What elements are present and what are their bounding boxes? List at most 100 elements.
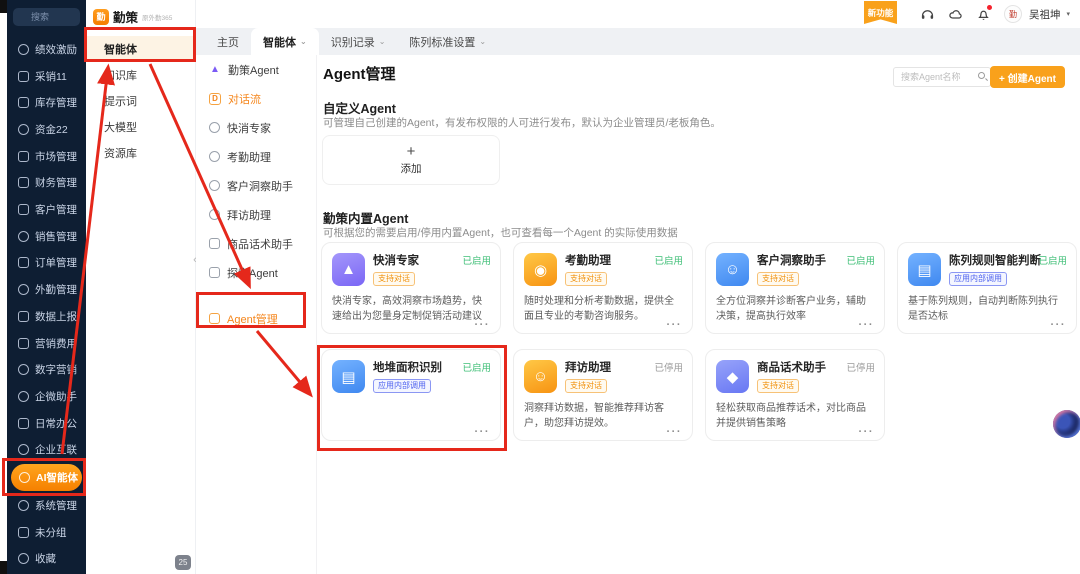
notification-dot <box>987 5 992 10</box>
status-badge: 已停用 <box>654 360 683 374</box>
plus-icon: + <box>407 145 416 159</box>
sales-funnel-icon <box>18 231 29 242</box>
username[interactable]: 吴祖坤 <box>1029 7 1061 22</box>
procurement-icon <box>18 71 29 82</box>
tab-display-standard-settings[interactable]: 陈列标准设置⌄ <box>397 28 498 55</box>
main-content: Agent管理 + 创建Agent 自定义Agent 可管理自己创建的Agent… <box>317 55 1080 574</box>
tab-agent[interactable]: 智能体⌄ <box>251 28 319 55</box>
agent-card-ground-stack-recognition[interactable]: ▤ 地堆面积识别 应用内部调用 已启用 ··· <box>321 349 501 441</box>
explore-icon <box>209 267 220 278</box>
sidebar-item-system[interactable]: 系统管理 <box>7 492 86 519</box>
agent-nav-product-script[interactable]: 商品话术助手 <box>196 229 316 258</box>
primary-sidebar: 绩效激励 采销11 库存管理 资金22 市场管理 财务管理 客户管理 销售管理 … <box>7 0 86 574</box>
inventory-icon <box>18 97 29 108</box>
enterprise-link-icon <box>18 444 29 455</box>
agent-nav-agent-manage[interactable]: Agent管理 <box>196 304 316 333</box>
brand-logo: 勤 勤策 原外勤365 <box>86 0 195 26</box>
agent-card-visit-assistant[interactable]: ☺ 拜访助理 支持对话 已停用 洞察拜访数据，智能推荐拜访客户，助您拜访提效。 … <box>513 349 693 441</box>
ungrouped-icon <box>18 527 29 538</box>
status-badge: 已启用 <box>462 253 491 267</box>
sidebar-item-data-report[interactable]: 数据上报 <box>7 303 86 330</box>
agent-search-input[interactable] <box>893 67 991 87</box>
status-badge: 已启用 <box>846 253 875 267</box>
sidebar-item-finance[interactable]: 财务管理 <box>7 170 86 197</box>
sidebar-search-input[interactable] <box>13 8 80 26</box>
sidebar-item-daily-office[interactable]: 日常办公 <box>7 410 86 437</box>
sidebar-item-orders[interactable]: 订单管理 <box>7 250 86 277</box>
chevron-down-icon: ⌄ <box>379 37 386 46</box>
sidebar-item-customer[interactable]: 客户管理 <box>7 196 86 223</box>
sidebar-item-marketing-expense[interactable]: 营销费用 <box>7 330 86 357</box>
card-description: 轻松获取商品推荐话术，对比商品并提供销售策略 <box>716 401 874 431</box>
secondary-item-agent[interactable]: 智能体 <box>86 36 195 62</box>
bell-icon[interactable] <box>976 7 991 22</box>
sidebar-item-favorites[interactable]: 收藏 <box>7 545 86 572</box>
agent-card-fmcg-expert[interactable]: ▲ 快消专家 支持对话 已启用 快消专家，高效洞察市场趋势，快速给出为您量身定制… <box>321 242 501 334</box>
agent-card-product-script[interactable]: ◆ 商品话术助手 支持对话 已停用 轻松获取商品推荐话术，对比商品并提供销售策略… <box>705 349 885 441</box>
agent-card-display-rule-judge[interactable]: ▤ 陈列规则智能判断 应用内部调用 已启用 基于陈列规则，自动判断陈列执行是否达… <box>897 242 1077 334</box>
more-menu-icon[interactable]: ··· <box>475 426 491 438</box>
agent-card-attendance[interactable]: ◉ 考勤助理 支持对话 已启用 随时处理和分析考勤数据，提供全面且专业的考勤咨询… <box>513 242 693 334</box>
sidebar-item-sales[interactable]: 销售管理 <box>7 223 86 250</box>
create-agent-button[interactable]: + 创建Agent <box>990 66 1065 88</box>
secondary-item-llm[interactable]: 大模型 <box>86 114 195 140</box>
sidebar-item-procurement[interactable]: 采销11 <box>7 63 86 90</box>
more-menu-icon[interactable]: ··· <box>1051 319 1067 331</box>
more-menu-icon[interactable]: ··· <box>859 319 875 331</box>
customer-insight-icon <box>209 180 220 191</box>
agent-nav-dialog-flow[interactable]: D对话流 <box>196 84 316 113</box>
agent-nav-customer-insight[interactable]: 客户洞察助手 <box>196 171 316 200</box>
sidebar-item-digital-marketing[interactable]: 数字营销 <box>7 356 86 383</box>
more-menu-icon[interactable]: ··· <box>667 426 683 438</box>
secondary-item-prompts[interactable]: 提示词 <box>86 88 195 114</box>
sidebar-item-ungrouped[interactable]: 未分组 <box>7 519 86 546</box>
new-feature-badge[interactable]: 新功能 <box>864 1 897 24</box>
more-menu-icon[interactable]: ··· <box>475 319 491 331</box>
search-icon[interactable] <box>978 72 985 79</box>
avatar[interactable]: 勤 <box>1004 5 1022 23</box>
card-description: 随时处理和分析考勤数据，提供全面且专业的考勤咨询服务。 <box>524 294 682 324</box>
fmcg-expert-icon <box>209 122 220 133</box>
card-description: 快消专家，高效洞察市场趋势，快速给出为您量身定制促销活动建议 <box>332 294 490 324</box>
tab-home[interactable]: 主页 <box>205 28 251 55</box>
add-agent-card[interactable]: + 添加 <box>322 135 500 185</box>
market-icon <box>18 151 29 162</box>
sidebar-item-fieldwork[interactable]: 外勤管理 <box>7 276 86 303</box>
tab-recognition-records[interactable]: 识别记录⌄ <box>319 28 398 55</box>
more-menu-icon[interactable]: ··· <box>859 426 875 438</box>
cloud-icon[interactable] <box>948 7 963 22</box>
sidebar-item-wecom[interactable]: 企微助手 <box>7 383 86 410</box>
agent-nav-qince-agent[interactable]: ▲勤策Agent <box>196 55 316 84</box>
secondary-sidebar: 勤 勤策 原外勤365 智能体 知识库 提示词 大模型 资源库 ‹ 25 <box>86 0 196 574</box>
ai-assistant-float-button[interactable] <box>1053 410 1080 438</box>
sidebar-item-funds[interactable]: 资金22 <box>7 116 86 143</box>
orders-icon <box>18 257 29 268</box>
sidebar-item-performance[interactable]: 绩效激励 <box>7 36 86 63</box>
secondary-item-knowledge-base[interactable]: 知识库 <box>86 62 195 88</box>
finance-icon <box>18 177 29 188</box>
chat-support-tag: 支持对话 <box>757 272 799 286</box>
sidebar-item-ai-agent[interactable]: AI智能体 <box>11 464 82 491</box>
user-menu-caret-icon[interactable]: ▾ <box>1066 10 1070 18</box>
chat-support-tag: 支持对话 <box>565 379 607 393</box>
headset-icon[interactable] <box>920 7 935 22</box>
agent-nav-visit[interactable]: 拜访助理 <box>196 200 316 229</box>
secondary-menu: 智能体 知识库 提示词 大模型 资源库 <box>86 36 195 166</box>
agent-card-customer-insight[interactable]: ☺ 客户洞察助手 支持对话 已启用 全方位洞察并诊断客户业务，辅助决策，提高执行… <box>705 242 885 334</box>
chat-support-tag: 支持对话 <box>373 272 415 286</box>
data-report-icon <box>18 311 29 322</box>
agent-nav-fmcg-expert[interactable]: 快消专家 <box>196 113 316 142</box>
product-script-icon <box>209 238 220 249</box>
sidebar-item-market[interactable]: 市场管理 <box>7 143 86 170</box>
brand-tagline: 原外勤365 <box>142 12 172 22</box>
agent-nav-attendance[interactable]: 考勤助理 <box>196 142 316 171</box>
sidebar-menu: 绩效激励 采销11 库存管理 资金22 市场管理 财务管理 客户管理 销售管理 … <box>7 36 86 572</box>
sidebar-count-badge[interactable]: 25 <box>175 555 191 570</box>
daily-office-icon <box>18 418 29 429</box>
sidebar-item-inventory[interactable]: 库存管理 <box>7 89 86 116</box>
agent-nav-explore[interactable]: 探索Agent <box>196 258 316 287</box>
more-menu-icon[interactable]: ··· <box>667 319 683 331</box>
sidebar-item-enterprise-link[interactable]: 企业互联 <box>7 437 86 464</box>
performance-icon <box>18 44 29 55</box>
secondary-item-resources[interactable]: 资源库 <box>86 140 195 166</box>
